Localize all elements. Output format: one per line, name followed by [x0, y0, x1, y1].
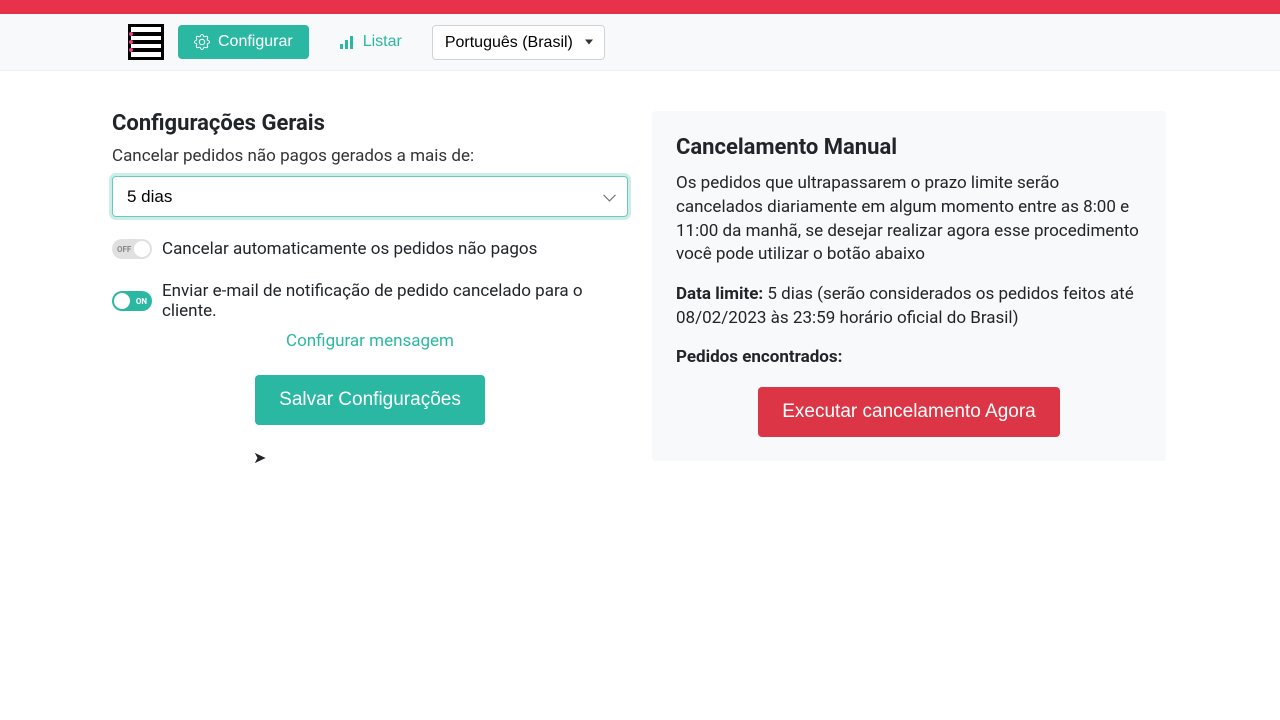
language-select[interactable]: Português (Brasil)	[432, 25, 605, 60]
toolbar: Configurar Listar Português (Brasil)	[0, 14, 1280, 71]
days-select[interactable]: 5 dias	[112, 176, 628, 217]
general-title: Configurações Gerais	[112, 111, 628, 136]
manual-cancel-title: Cancelamento Manual	[676, 135, 1142, 160]
email-notify-row: ON Enviar e-mail de notificação de pedid…	[112, 281, 628, 321]
days-select-wrapper: 5 dias	[112, 176, 628, 217]
orders-found-label: Pedidos encontrados:	[676, 347, 1142, 367]
execute-cancel-button[interactable]: Executar cancelamento Agora	[758, 387, 1060, 437]
save-button-wrap: Salvar Configurações	[112, 375, 628, 425]
auto-cancel-row: OFF Cancelar automaticamente os pedidos …	[112, 239, 628, 259]
gear-icon	[194, 34, 210, 50]
limit-line: Data limite: 5 dias (serão considerados …	[676, 283, 1142, 331]
app-logo[interactable]	[128, 24, 164, 60]
list-button[interactable]: Listar	[323, 25, 418, 59]
toggle-off-label: OFF	[117, 245, 131, 254]
auto-cancel-toggle[interactable]: OFF	[112, 239, 152, 259]
auto-cancel-label: Cancelar automaticamente os pedidos não …	[162, 239, 537, 259]
language-select-wrapper: Português (Brasil)	[432, 25, 605, 60]
chart-icon	[339, 34, 355, 50]
top-stripe	[0, 0, 1280, 14]
save-settings-button[interactable]: Salvar Configurações	[255, 375, 485, 425]
email-notify-label: Enviar e-mail de notificação de pedido c…	[162, 281, 628, 321]
configure-message-link[interactable]: Configurar mensagem	[286, 331, 454, 351]
list-button-label: Listar	[363, 33, 402, 51]
configure-button[interactable]: Configurar	[178, 25, 309, 59]
toggle-on-label: ON	[136, 297, 147, 306]
manual-cancel-panel: Cancelamento Manual Os pedidos que ultra…	[652, 111, 1166, 461]
execute-button-wrap: Executar cancelamento Agora	[676, 387, 1142, 437]
configure-button-label: Configurar	[218, 33, 293, 51]
general-settings-panel: Configurações Gerais Cancelar pedidos nã…	[112, 111, 628, 425]
limit-label: Data limite:	[676, 284, 763, 304]
email-notify-toggle[interactable]: ON	[112, 291, 152, 311]
content-area: Configurações Gerais Cancelar pedidos nã…	[0, 71, 1280, 481]
configure-message-row: Configurar mensagem	[112, 331, 628, 351]
cancel-days-label: Cancelar pedidos não pagos gerados a mai…	[112, 146, 628, 166]
manual-cancel-description: Os pedidos que ultrapassarem o prazo lim…	[676, 172, 1142, 267]
